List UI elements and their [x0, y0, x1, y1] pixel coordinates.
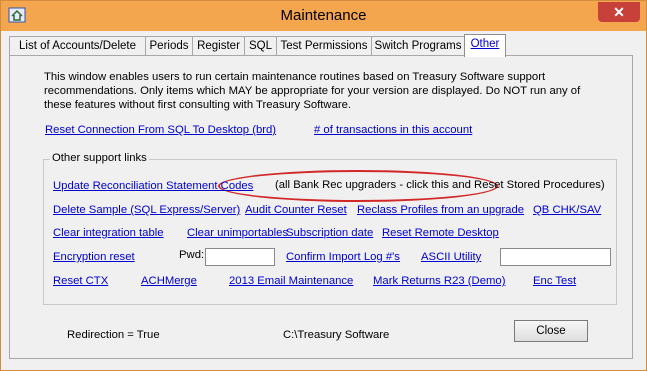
- maintenance-window: Maintenance ✕ List of Accounts/Delete Pe…: [0, 0, 647, 371]
- tab-list-of-accounts[interactable]: List of Accounts/Delete: [9, 36, 146, 56]
- tab-periods[interactable]: Periods: [145, 36, 193, 56]
- update-recon-note: (all Bank Rec upgraders - click this and…: [275, 179, 605, 191]
- tab-panel-other: This window enables users to run certain…: [9, 55, 633, 359]
- tab-other[interactable]: Other: [464, 34, 506, 57]
- reset-remote-desktop-link[interactable]: Reset Remote Desktop: [382, 227, 499, 239]
- ascii-utility-link[interactable]: ASCII Utility: [421, 251, 481, 263]
- clear-integration-link[interactable]: Clear integration table: [53, 227, 164, 239]
- confirm-import-log-link[interactable]: Confirm Import Log #'s: [286, 251, 400, 263]
- window-close-button[interactable]: ✕: [598, 2, 640, 22]
- tab-test-permissions[interactable]: Test Permissions: [276, 36, 372, 56]
- encryption-reset-link[interactable]: Encryption reset: [53, 251, 135, 263]
- tab-sql[interactable]: SQL: [244, 36, 277, 56]
- description-text: This window enables users to run certain…: [44, 71, 581, 111]
- achmerge-link[interactable]: ACHMerge: [141, 275, 197, 287]
- title-bar[interactable]: Maintenance ✕: [1, 1, 646, 31]
- update-recon-link[interactable]: Update Reconciliation Statement Codes: [53, 180, 253, 192]
- qb-chk-sav-link[interactable]: QB CHK/SAV: [533, 204, 601, 216]
- reset-ctx-link[interactable]: Reset CTX: [53, 275, 108, 287]
- close-button[interactable]: Close: [514, 320, 588, 342]
- ascii-utility-input[interactable]: [500, 248, 611, 266]
- reset-connection-link[interactable]: Reset Connection From SQL To Desktop (br…: [45, 124, 276, 136]
- transactions-count-link[interactable]: # of transactions in this account: [314, 124, 472, 136]
- redirection-status: Redirection = True: [67, 329, 160, 341]
- audit-counter-reset-link[interactable]: Audit Counter Reset: [245, 204, 347, 216]
- reclass-profiles-link[interactable]: Reclass Profiles from an upgrade: [357, 204, 524, 216]
- tab-switch-programs[interactable]: Switch Programs: [371, 36, 465, 56]
- pwd-label: Pwd:: [179, 249, 205, 261]
- window-title: Maintenance: [280, 7, 367, 24]
- clear-unimportables-link[interactable]: Clear unimportables: [187, 227, 288, 239]
- mark-returns-link[interactable]: Mark Returns R23 (Demo): [373, 275, 505, 287]
- delete-sample-link[interactable]: Delete Sample (SQL Express/Server): [53, 204, 240, 216]
- enc-test-link[interactable]: Enc Test: [533, 275, 576, 287]
- tab-register[interactable]: Register: [192, 36, 245, 56]
- pwd-input[interactable]: [205, 248, 275, 266]
- install-path: C:\Treasury Software: [283, 329, 390, 341]
- subscription-date-link[interactable]: Subscription date: [286, 227, 373, 239]
- support-links-group-label: Other support links: [50, 152, 149, 164]
- email-maintenance-link[interactable]: 2013 Email Maintenance: [229, 275, 353, 287]
